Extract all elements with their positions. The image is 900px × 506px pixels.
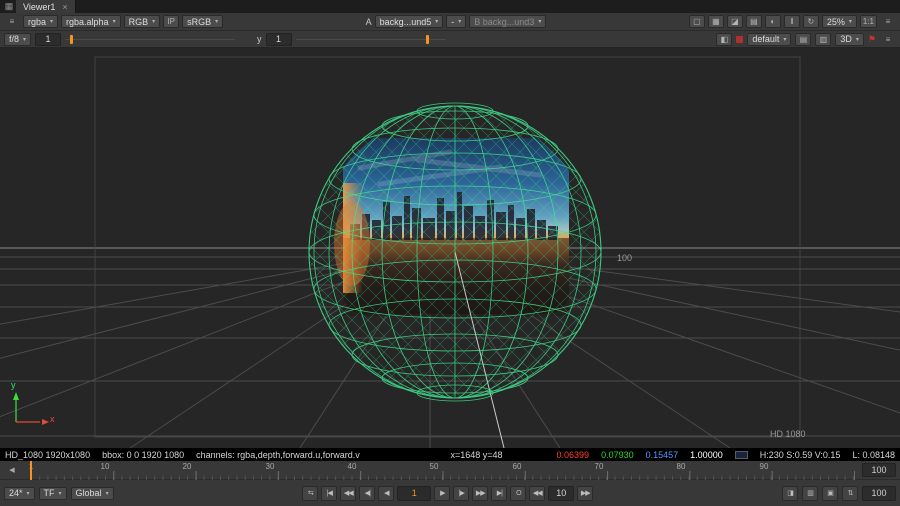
range-updown-icon[interactable]: ⇅ <box>842 486 858 501</box>
gamma-slider-handle[interactable] <box>426 35 429 44</box>
alpha-value: 1.00000 <box>690 450 723 460</box>
roi-flag-icon[interactable]: ⚑ <box>868 34 876 45</box>
prev-increment-button[interactable]: ◀◀ <box>340 486 356 501</box>
zebra-stripes-icon[interactable]: ▤ <box>746 15 762 28</box>
menu-icon[interactable]: ≡ <box>4 15 20 28</box>
monitor-out-icon[interactable]: ▢ <box>689 15 705 28</box>
axis-gizmo <box>13 392 49 425</box>
input-b-dropdown[interactable]: B backg...und3 <box>469 15 546 28</box>
input-process-toggle[interactable]: IP <box>163 15 179 28</box>
viewer-3d-viewport[interactable]: 100 HD 1080 y x <box>0 48 900 448</box>
tick-label: 50 <box>430 462 439 471</box>
display-mode-dropdown[interactable]: RGB <box>124 15 161 28</box>
blue-value: 0.15457 <box>646 450 679 460</box>
playback-controls: ⇆ |◀ ◀◀ ◀| ◀ 1 ▶ |▶ ▶▶ ▶| O ◀◀ 10 ▶▶ <box>302 486 593 501</box>
tick-label: 70 <box>595 462 604 471</box>
goto-start-button[interactable]: |◀ <box>321 486 337 501</box>
color-swatch <box>735 451 748 459</box>
bbox-info: bbox: 0 0 1920 1080 <box>102 450 184 460</box>
fit-range-b-icon[interactable]: ▥ <box>802 486 818 501</box>
skip-forward-button[interactable]: ▶▶ <box>577 486 593 501</box>
gain-toggle-icon[interactable]: ◐ <box>765 15 781 28</box>
tab-title: Viewer1 <box>23 2 55 12</box>
frame-increment-field[interactable]: 10 <box>548 486 574 501</box>
cycle-mode-button[interactable]: ⇆ <box>302 486 318 501</box>
timeline-playhead[interactable] <box>30 461 32 480</box>
channels-dropdown[interactable]: rgba <box>23 15 58 28</box>
refresh-icon[interactable]: ↻ <box>803 15 819 28</box>
frame-range-dropdown[interactable]: Global <box>71 487 114 500</box>
gain-slider-handle[interactable] <box>70 35 73 44</box>
channels-info: channels: rgba,depth,forward.u,forward.v <box>196 450 360 460</box>
stereo-mode-icon[interactable]: ▥ <box>815 33 831 46</box>
gamma-slider-track <box>296 39 446 40</box>
tick-label: 80 <box>677 462 686 471</box>
next-increment-button[interactable]: ▶▶ <box>472 486 488 501</box>
loop-mode-button[interactable]: O <box>510 486 526 501</box>
fit-range-a-icon[interactable]: ◨ <box>782 486 798 501</box>
tick-label: 20 <box>183 462 192 471</box>
view-mode-dropdown[interactable]: 3D <box>835 33 864 46</box>
corner-menu-icon[interactable]: ≡ <box>880 15 896 28</box>
fps-dropdown[interactable]: 24* <box>4 487 35 500</box>
viewer-tab-bar: ▦ Viewer1 × <box>0 0 900 13</box>
close-icon[interactable]: × <box>62 2 67 12</box>
luma-info: L: 0.08148 <box>852 450 895 460</box>
viewer-process-dropdown[interactable]: default <box>747 33 791 46</box>
red-value: 0.06399 <box>557 450 590 460</box>
hsv-info: H:230 S:0.59 V:0.15 <box>760 450 841 460</box>
timeline-ruler[interactable]: 1 10 20 30 40 50 60 70 80 90 <box>24 461 858 480</box>
viewport-canvas <box>0 48 900 448</box>
gain-slider-track <box>65 39 235 40</box>
tab-viewer1[interactable]: Viewer1 × <box>16 0 76 13</box>
timeline-ruler-row: ◀ 1 10 20 30 40 50 60 70 80 90 100 <box>0 461 900 480</box>
zoom-level-dropdown[interactable]: 25% <box>822 15 857 28</box>
input-process-icon[interactable]: ◧ <box>716 33 732 46</box>
tick-label: 60 <box>513 462 522 471</box>
format-info: HD_1080 1920x1080 <box>5 450 90 460</box>
play-forward-button[interactable]: ▶ <box>434 486 450 501</box>
collapse-timeline-icon[interactable]: ◀ <box>4 464 20 477</box>
pause-icon[interactable]: ‖ <box>784 15 800 28</box>
viewer-status-bar: HD_1080 1920x1080 bbox: 0 0 1920 1080 ch… <box>0 448 900 461</box>
input-a-label: A <box>366 17 372 27</box>
buffer-icon[interactable]: ▤ <box>795 33 811 46</box>
viewer-toolbar-gain-gamma: f/8 1 y 1 ◧ default ▤ ▥ 3D ⚑ ≡ <box>0 31 900 48</box>
checkerboard-icon[interactable]: ▦ <box>708 15 724 28</box>
colorspace-dropdown[interactable]: sRGB <box>182 15 223 28</box>
gain-slider[interactable] <box>65 34 235 45</box>
playback-range-end-field[interactable]: 100 <box>862 486 896 501</box>
transport-bar: 24* TF Global ⇆ |◀ ◀◀ ◀| ◀ 1 ▶ |▶ ▶▶ ▶| … <box>0 480 900 506</box>
tick-label: 10 <box>101 462 110 471</box>
fstop-dropdown[interactable]: f/8 <box>4 33 31 46</box>
green-value: 0.07930 <box>601 450 634 460</box>
gamma-label: y <box>257 34 262 44</box>
wipe-icon[interactable]: ◪ <box>727 15 743 28</box>
goto-end-button[interactable]: ▶| <box>491 486 507 501</box>
tick-label: 40 <box>348 462 357 471</box>
cursor-position: x=1648 y=48 <box>450 450 502 460</box>
play-reverse-button[interactable]: ◀ <box>378 486 394 501</box>
global-range-end-field[interactable]: 100 <box>862 463 896 477</box>
gain-field[interactable]: 1 <box>35 33 61 46</box>
step-forward-button[interactable]: |▶ <box>453 486 469 501</box>
input-a-dropdown[interactable]: backg...und5 <box>375 15 444 28</box>
gamma-field[interactable]: 1 <box>266 33 292 46</box>
tf-dropdown[interactable]: TF <box>39 487 67 500</box>
corner-menu-icon[interactable]: ≡ <box>880 33 896 46</box>
pixel-ratio-button[interactable]: 1:1 <box>860 15 877 28</box>
tick-label: 90 <box>760 462 769 471</box>
step-back-button[interactable]: ◀| <box>359 486 375 501</box>
range-lock-icon[interactable]: ▣ <box>822 486 838 501</box>
skip-back-button[interactable]: ◀◀ <box>529 486 545 501</box>
alpha-channel-dropdown[interactable]: rgba.alpha <box>61 15 121 28</box>
blend-mode-dropdown[interactable]: - <box>446 15 466 28</box>
tick-label: 30 <box>266 462 275 471</box>
gamma-slider[interactable] <box>296 34 446 45</box>
current-frame-field[interactable]: 1 <box>397 486 431 501</box>
pane-content-icon[interactable]: ▦ <box>2 1 16 12</box>
sphere-wireframe[interactable] <box>309 103 601 401</box>
ip-active-indicator <box>736 36 743 43</box>
viewer-toolbar-main: ≡ rgba rgba.alpha RGB IP sRGB A backg...… <box>0 13 900 31</box>
